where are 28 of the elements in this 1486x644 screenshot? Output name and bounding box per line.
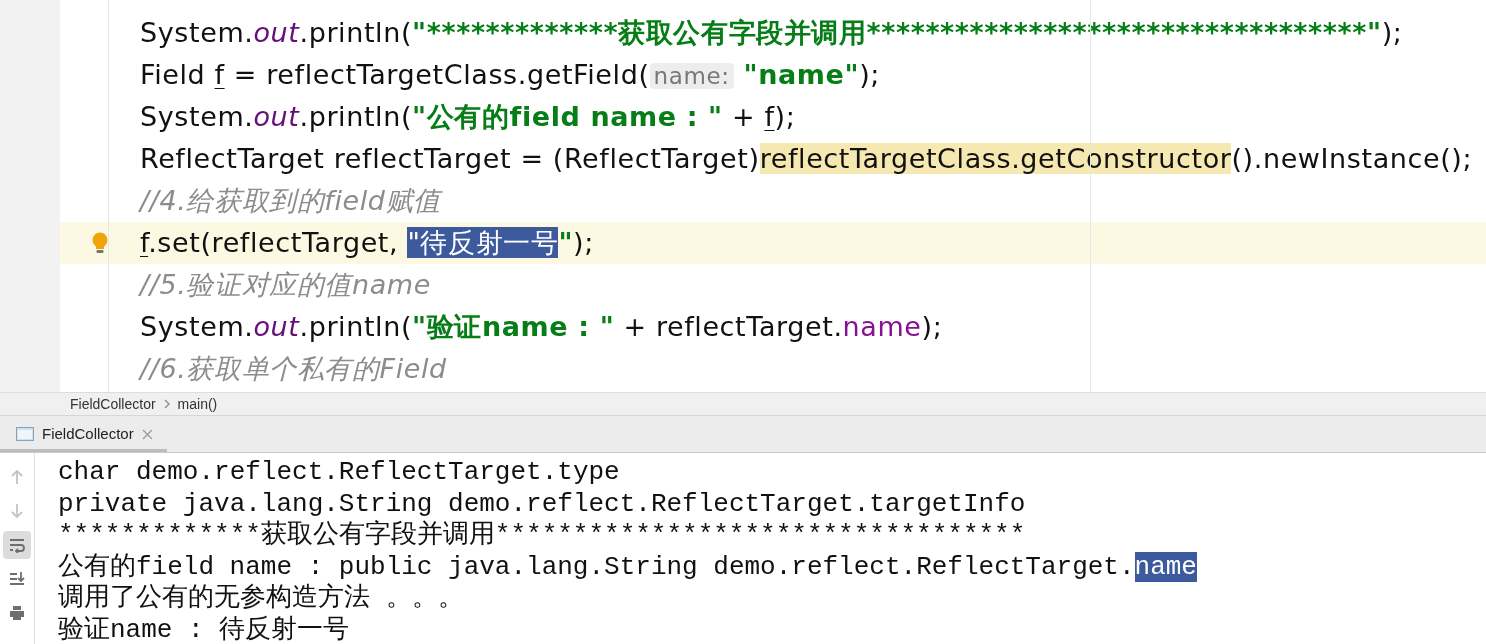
console-tool-button[interactable]	[3, 531, 31, 559]
console-line: char demo.reflect.ReflectTarget.type	[58, 457, 621, 489]
soft-wrap-icon	[9, 537, 25, 553]
lightbulb-icon[interactable]	[91, 232, 109, 254]
up-arrow-icon	[9, 469, 25, 485]
console-line: private java.lang.String demo.reflect.ReflectTarget.targetInfo	[58, 488, 1027, 520]
console-icon	[16, 426, 34, 442]
code-line: //4.给获取到的field赋值	[140, 184, 441, 218]
chevron-icon	[163, 399, 170, 409]
code-line: ReflectTarget reflectTarget = (ReflectTarget)reflectTargetClass.getConstructor().newInstance();	[140, 142, 1473, 176]
down-arrow-icon	[9, 503, 25, 519]
breadcrumb-item[interactable]: main()	[177, 393, 218, 415]
code-line: System.out.println("验证name : " + reflectTarget.name);	[140, 310, 943, 344]
code-line: //5.验证对应的值name	[140, 268, 431, 302]
scroll-to-end-icon	[9, 571, 25, 587]
code-line: Field f = reflectTargetClass.getField(name: "name");	[140, 57, 880, 92]
code-line: System.out.println("公有的field name : " + f);	[140, 100, 796, 134]
code-line: //6.获取单个私有的Field	[140, 352, 447, 386]
console-line: 验证name : 待反射一号	[58, 614, 351, 644]
code-line: System.out.println("*************获取公有字段并调用**********************************");	[140, 16, 1403, 50]
breadcrumb-item[interactable]: FieldCollector	[70, 393, 156, 415]
close-icon[interactable]	[141, 428, 153, 440]
code-line: f.set(reflectTarget, "待反射一号");	[140, 226, 594, 260]
console-line: 调用了公有的无参构造方法 。。。	[58, 583, 465, 615]
run-tab[interactable]: FieldCollector	[0, 416, 167, 452]
console-line: *************获取公有字段并调用**********************************	[58, 520, 1027, 552]
print-icon	[9, 605, 25, 621]
console-line: 公有的field name : public java.lang.String demo.reflect.ReflectTarget.name	[58, 551, 1197, 583]
